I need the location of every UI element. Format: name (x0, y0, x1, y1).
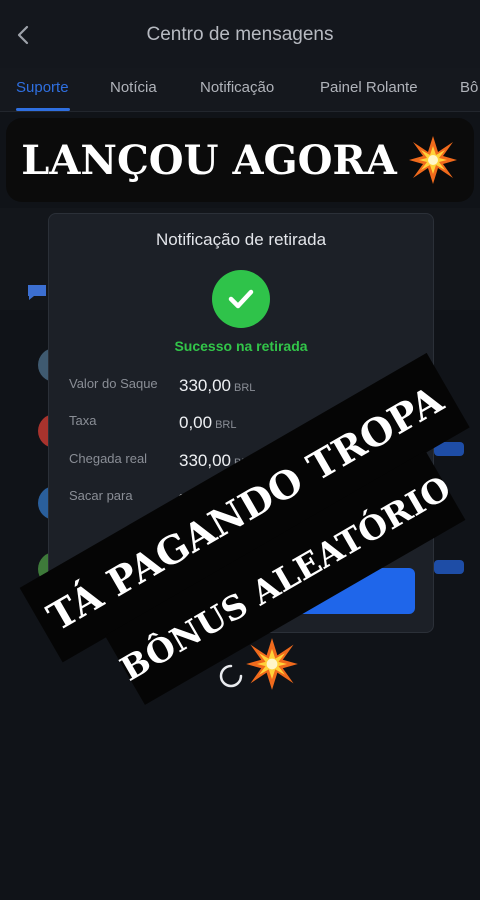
modal-title: Notificação de retirada (155, 230, 327, 249)
promo-banner-top: LANÇOU AGORA (6, 118, 474, 202)
tab-noticia[interactable]: Notícia (110, 79, 157, 96)
row-value-taxa: 0,00 BRL (179, 413, 237, 433)
tab-bar: Suporte Notícia Notificação Painel Rolan… (0, 68, 480, 112)
status-text: Sucesso na retirada (174, 338, 308, 354)
row-value-valor-saque: 330,00 BRL (179, 376, 255, 396)
row-label-sacar-para: Sacar para (69, 488, 133, 503)
check-icon (228, 289, 254, 309)
page-title: Centro de mensagens (146, 24, 334, 45)
app-screen: Centro de mensagens Suporte Notícia Noti… (0, 0, 480, 900)
tab-suporte[interactable]: Suporte (16, 79, 69, 96)
success-check-icon (212, 270, 270, 328)
list-item-badge (434, 560, 464, 574)
explosion-icon (408, 136, 457, 184)
chat-icon (28, 285, 46, 300)
row-label-chegada-real: Chegada real (69, 451, 148, 466)
amount-value: 330,00 (179, 376, 231, 395)
row-label-valor-saque: Valor do Saque (69, 376, 158, 391)
header-bar: Centro de mensagens (0, 0, 480, 68)
tab-painel-rolante[interactable]: Painel Rolante (320, 79, 418, 96)
active-tab-indicator (16, 108, 70, 111)
explosion-icon (246, 638, 298, 690)
net-amount-value: 330,00 (179, 451, 231, 470)
currency-label: BRL (234, 382, 256, 394)
promo-banner-top-text: LANÇOU AGORA (21, 136, 397, 184)
tab-notificacao[interactable]: Notificação (200, 79, 274, 96)
row-label-taxa: Taxa (69, 413, 97, 428)
currency-label: BRL (215, 419, 237, 431)
tab-bonus[interactable]: Bô (460, 79, 478, 96)
fee-value: 0,00 (179, 413, 213, 432)
